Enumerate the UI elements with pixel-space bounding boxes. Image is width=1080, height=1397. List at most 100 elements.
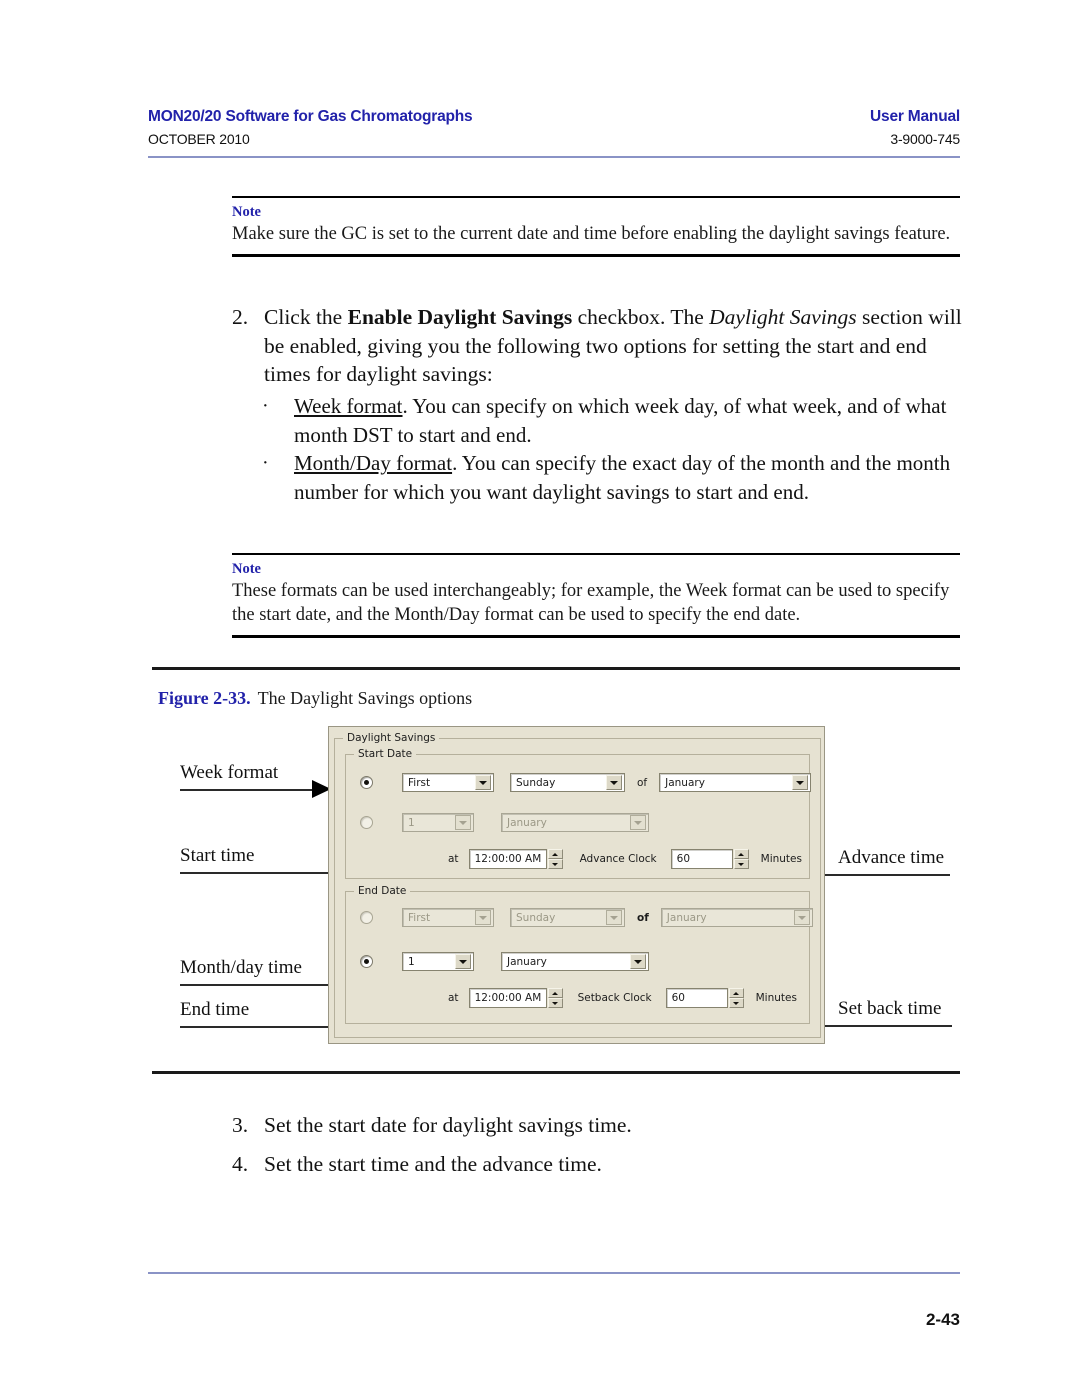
step-4-text: Set the start time and the advance time. <box>264 1152 602 1176</box>
chevron-down-icon[interactable] <box>793 910 810 925</box>
spinner-up-icon[interactable] <box>547 849 563 859</box>
start-time-spinner[interactable] <box>547 849 563 869</box>
start-date-group-label: Start Date <box>354 748 417 760</box>
chevron-down-icon[interactable] <box>475 910 491 925</box>
figure-caption: Figure 2-33. The Daylight Savings options <box>158 688 472 709</box>
chevron-down-icon[interactable] <box>630 815 646 830</box>
spinner-down-icon[interactable] <box>547 859 563 869</box>
annotation-advance-time-leader <box>820 874 950 876</box>
end-date-day-combo[interactable]: 1 <box>402 952 474 971</box>
end-date-week-combo[interactable]: First <box>402 908 494 927</box>
bullet-week-format-lead: Week format <box>294 394 403 418</box>
end-time-spinner[interactable] <box>547 988 563 1008</box>
header-document-number: 3-9000-745 <box>890 131 960 147</box>
chevron-down-icon[interactable] <box>792 775 809 790</box>
note-top-rule <box>232 553 960 556</box>
end-date-monthday-row: 1 January <box>360 952 649 971</box>
start-date-day-value: 1 <box>408 816 415 829</box>
end-date-week-radio[interactable] <box>360 911 373 924</box>
header-manual-label: User Manual <box>870 108 960 125</box>
header-title-row: MON20/20 Software for Gas Chromatographs… <box>148 108 960 126</box>
advance-clock-label: Advance Clock <box>579 853 657 865</box>
step-3-number: 3. <box>232 1113 249 1137</box>
annotation-start-time: Start time <box>180 845 255 866</box>
start-date-week-radio[interactable] <box>360 776 373 789</box>
end-date-weekday-value: Sunday <box>516 911 556 924</box>
annotation-month-day-time: Month/day time <box>180 957 302 978</box>
bullet-week-format-body: Week format. You can specify on which we… <box>294 392 962 449</box>
chevron-down-icon[interactable] <box>455 815 471 830</box>
setback-clock-label: Setback Clock <box>577 992 652 1004</box>
note-label: Note <box>232 204 261 220</box>
note-block-2: Note These formats can be used interchan… <box>232 553 960 638</box>
annotation-advance-time: Advance time <box>838 847 945 868</box>
end-date-week-value: First <box>408 911 431 924</box>
setback-clock-units-label: Minutes <box>755 992 797 1004</box>
spinner-down-icon[interactable] <box>547 998 563 1008</box>
note-top-rule <box>232 196 960 199</box>
page-number: 2-43 <box>925 1310 960 1329</box>
start-date-weekday-value: Sunday <box>516 776 556 789</box>
advance-clock-spinner[interactable] <box>733 849 749 869</box>
step-2: 2. Click the Enable Daylight Savings che… <box>232 303 962 389</box>
start-date-week-combo[interactable]: First <box>402 773 494 792</box>
step-2-text-part2: checkbox. The <box>572 305 710 329</box>
chevron-down-icon[interactable] <box>475 775 491 790</box>
start-date-day-combo[interactable]: 1 <box>402 813 474 832</box>
end-date-of-label: of <box>637 911 649 924</box>
note-text: Make sure the GC is set to the current d… <box>232 224 951 244</box>
end-date-month-combo[interactable]: January <box>660 908 813 927</box>
annotation-week-format: Week format <box>180 762 279 783</box>
start-date-monthday-month-combo[interactable]: January <box>501 813 649 832</box>
chevron-down-icon[interactable] <box>606 775 622 790</box>
spinner-up-icon[interactable] <box>728 988 744 998</box>
annotation-set-back-time: Set back time <box>838 998 942 1019</box>
start-date-time-row: at 12:00:00 AM Advance Clock 60 Minutes <box>448 849 802 869</box>
spinner-up-icon[interactable] <box>733 849 749 859</box>
end-date-at-label: at <box>448 992 459 1004</box>
start-date-weekday-combo[interactable]: Sunday <box>510 773 625 792</box>
setback-clock-spinner[interactable] <box>728 988 744 1008</box>
annotation-week-format-leader <box>180 789 314 791</box>
start-date-month-combo[interactable]: January <box>659 773 812 792</box>
end-date-monthday-month-combo[interactable]: January <box>501 952 649 971</box>
spinner-up-icon[interactable] <box>547 988 563 998</box>
daylight-savings-group-label: Daylight Savings <box>343 732 440 744</box>
end-date-week-row: First Sunday of January <box>360 908 813 927</box>
note-label: Note <box>232 561 261 577</box>
step-3: 3. Set the start date for daylight savin… <box>232 1111 962 1140</box>
step-4-number: 4. <box>232 1152 249 1176</box>
step-2-italic-daylight-savings: Daylight Savings <box>709 305 857 329</box>
setback-clock-amount-value: 60 <box>671 992 685 1004</box>
spinner-down-icon[interactable] <box>733 859 749 869</box>
advance-clock-amount-field[interactable]: 60 <box>670 849 733 869</box>
end-date-monthday-radio[interactable] <box>360 955 373 968</box>
footer-divider <box>148 1272 960 1274</box>
note-bottom-rule <box>232 635 960 638</box>
step-2-text-part1: Click the <box>264 305 348 329</box>
page-header: MON20/20 Software for Gas Chromatographs… <box>148 108 960 158</box>
step-2-bold-enable-daylight-savings: Enable Daylight Savings <box>347 305 573 329</box>
start-date-monthday-radio[interactable] <box>360 816 373 829</box>
chevron-down-icon[interactable] <box>455 954 471 969</box>
chevron-down-icon[interactable] <box>630 954 646 969</box>
figure-top-rule <box>152 667 960 670</box>
end-time-field[interactable]: 12:00:00 AM <box>468 988 547 1008</box>
setback-clock-amount-field[interactable]: 60 <box>665 988 728 1008</box>
chevron-down-icon[interactable] <box>606 910 622 925</box>
note-body: Note These formats can be used interchan… <box>232 561 960 635</box>
end-date-group-label: End Date <box>354 885 411 897</box>
end-date-day-value: 1 <box>408 955 415 968</box>
end-date-groupbox: End Date First Sunday of January 1 Janua… <box>345 885 813 1024</box>
spinner-down-icon[interactable] <box>728 998 744 1008</box>
end-date-weekday-combo[interactable]: Sunday <box>510 908 625 927</box>
end-time-value: 12:00:00 AM <box>474 992 542 1004</box>
figure-bottom-rule <box>152 1071 960 1074</box>
figure-caption-text: The Daylight Savings options <box>257 688 473 708</box>
daylight-savings-groupbox: Daylight Savings Start Date First Sunday… <box>334 732 821 1038</box>
header-date: OCTOBER 2010 <box>148 131 250 147</box>
start-time-field[interactable]: 12:00:00 AM <box>468 849 547 869</box>
note-bottom-rule <box>232 254 960 257</box>
end-date-time-row: at 12:00:00 AM Setback Clock 60 Minutes <box>448 988 797 1008</box>
figure-number: Figure 2-33. <box>158 688 251 708</box>
